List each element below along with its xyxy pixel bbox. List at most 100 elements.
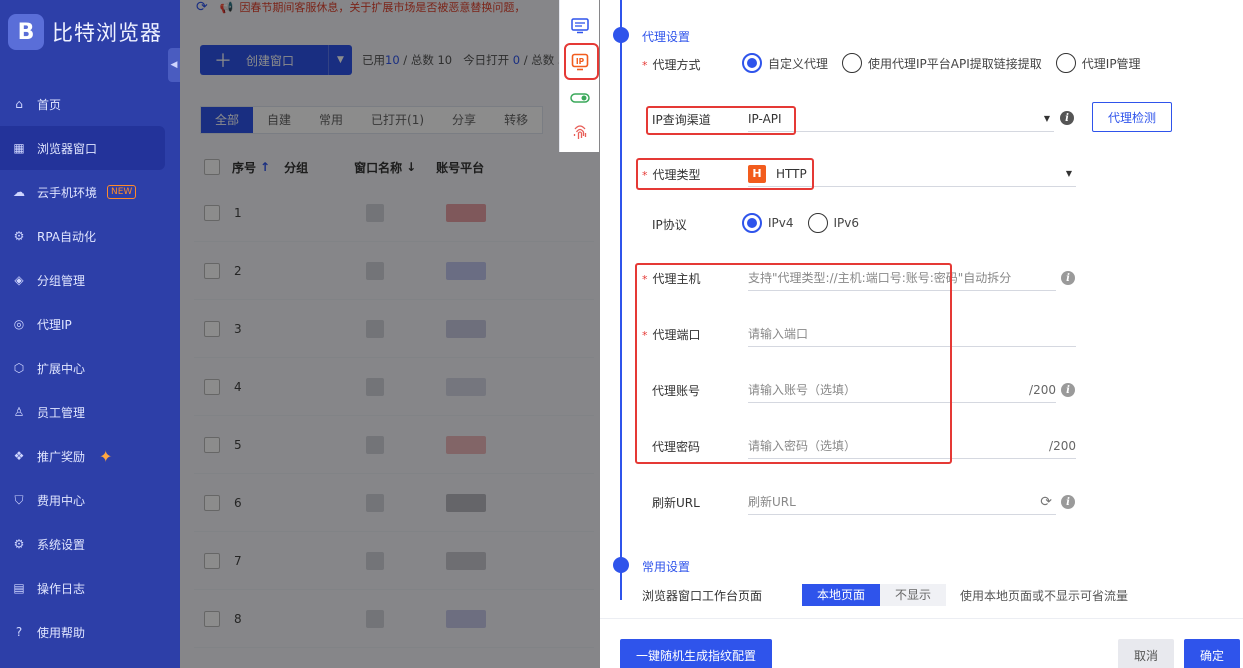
- protocol-ipv6[interactable]: IPv6: [807, 213, 859, 233]
- shield-icon: ⛉: [14, 493, 24, 507]
- common-section-title: 常用设置: [642, 560, 691, 574]
- help-icon: ?: [15, 625, 23, 639]
- users-icon: ♙: [13, 405, 25, 419]
- info-icon[interactable]: i: [1060, 111, 1074, 125]
- sidebar-item-label: 首页: [37, 97, 62, 112]
- proxy-method-custom[interactable]: 自定义代理: [742, 53, 828, 73]
- section-nav-strip: IP: [559, 0, 599, 152]
- grid-icon: ▦: [13, 141, 25, 155]
- sidebar-item-label: 代理IP: [37, 317, 72, 332]
- brand-name: 比特浏览器: [52, 21, 162, 45]
- refresh-url-placeholder: 刷新URL: [748, 495, 796, 509]
- collapse-sidebar-button[interactable]: ◀: [168, 48, 180, 82]
- cloud-phone-icon: ☁: [13, 185, 25, 199]
- svg-text:IP: IP: [576, 57, 585, 66]
- radio-checked-icon[interactable]: [742, 213, 762, 233]
- cancel-button[interactable]: 取消: [1118, 639, 1174, 668]
- cube-icon: ⬡: [13, 361, 25, 375]
- sidebar-item-label: 系统设置: [37, 537, 86, 552]
- sidebar-item-label: 使用帮助: [37, 625, 86, 640]
- sparkle-icon: ✦: [99, 446, 113, 466]
- sidebar-item-5[interactable]: ◎ 代理IP: [0, 302, 180, 346]
- sidebar-item-12[interactable]: ? 使用帮助: [0, 610, 180, 654]
- proxy-section-dot: [613, 27, 629, 43]
- ip-protocol-label: IP协议: [652, 218, 687, 232]
- proxy-ip-icon[interactable]: IP: [570, 52, 590, 72]
- proxy-method-manage[interactable]: 代理IP管理: [1055, 53, 1141, 73]
- fingerprint-icon[interactable]: [570, 122, 590, 142]
- chevron-down-icon: ▼: [1043, 114, 1050, 123]
- proxy-section-title: 代理设置: [642, 30, 691, 44]
- highlight-proxy-type: [636, 158, 814, 190]
- sidebar-item-4[interactable]: ◈ 分组管理: [0, 258, 180, 302]
- panel-footer: 一键随机生成指纹配置 取消 确定: [600, 618, 1243, 668]
- sidebar-item-10[interactable]: ⚙ 系统设置: [0, 522, 180, 566]
- proxy-account-counter: /200: [1029, 382, 1056, 397]
- sidebar-item-label: 云手机环境: [37, 185, 98, 200]
- basic-info-icon[interactable]: [570, 16, 590, 36]
- window-config-panel: 代理设置 * 代理方式 自定义代理 使用代理IP平台API提取链接提取 代理IP管…: [600, 0, 1243, 668]
- sidebar-item-11[interactable]: ▤ 操作日志: [0, 566, 180, 610]
- sidebar-item-label: 费用中心: [37, 493, 86, 508]
- sidebar-item-label: 分组管理: [37, 273, 86, 288]
- section-timeline: [620, 0, 622, 600]
- chevron-down-icon: ▼: [1065, 169, 1072, 178]
- sidebar-item-label: 员工管理: [37, 405, 86, 420]
- sidebar-item-label: 操作日志: [37, 581, 86, 596]
- location-icon: ◎: [13, 317, 25, 331]
- sidebar-item-8[interactable]: ❖ 推广奖励 ✦: [0, 434, 180, 478]
- toggle-icon[interactable]: [570, 88, 590, 108]
- proxy-check-button[interactable]: 代理检测: [1092, 102, 1172, 132]
- common-section-dot: [613, 557, 629, 573]
- workbench-option-local[interactable]: 本地页面: [802, 584, 881, 606]
- logo-icon: B: [8, 14, 44, 50]
- info-icon[interactable]: i: [1061, 383, 1075, 397]
- refresh-url-input[interactable]: 刷新URL ⟳: [748, 489, 1056, 515]
- highlight-proxy-credentials: [635, 263, 952, 464]
- proxy-method-label: * 代理方式: [642, 58, 701, 72]
- sidebar-item-1[interactable]: ▦ 浏览器窗口: [0, 126, 165, 170]
- sidebar-item-7[interactable]: ♙ 员工管理: [0, 390, 180, 434]
- sidebar-item-3[interactable]: ⚙ RPA自动化: [0, 214, 180, 258]
- sidebar-item-label: 扩展中心: [37, 361, 86, 376]
- radio-unchecked-icon[interactable]: [807, 213, 828, 233]
- robot-icon: ⚙: [13, 229, 25, 243]
- workbench-segmented: 本地页面 不显示: [802, 584, 947, 606]
- workbench-hint: 使用本地页面或不显示可省流量: [960, 589, 1129, 603]
- reward-icon: ❖: [13, 449, 25, 463]
- sidebar-item-6[interactable]: ⬡ 扩展中心: [0, 346, 180, 390]
- sidebar-item-label: RPA自动化: [37, 229, 97, 244]
- protocol-ipv4[interactable]: IPv4: [742, 213, 794, 233]
- workbench-label: 浏览器窗口工作台页面: [642, 589, 763, 603]
- proxy-password-counter: /200: [1049, 438, 1076, 453]
- window-list-area: ⟳ 📢 因春节期间客服休息，关于扩展市场是否被恶意替换问题， ＋ 创建窗口 ▼ …: [180, 0, 600, 668]
- home-icon: ⌂: [15, 97, 23, 111]
- refresh-url-label: 刷新URL: [652, 496, 700, 510]
- radio-unchecked-icon[interactable]: [1055, 53, 1076, 73]
- layers-icon: ◈: [14, 273, 24, 287]
- info-icon[interactable]: i: [1061, 495, 1075, 509]
- sidebar-item-label: 推广奖励: [37, 449, 86, 464]
- sidebar-item-9[interactable]: ⛉ 费用中心: [0, 478, 180, 522]
- sidebar-nav: ⌂ 首页 ▦ 浏览器窗口 ☁ 云手机环境 NEW ⚙ RPA自动化 ◈ 分组管理 ◎ 代理IP ⬡ 扩展中心…: [0, 82, 180, 654]
- modal-overlay[interactable]: [180, 0, 600, 668]
- confirm-button[interactable]: 确定: [1184, 639, 1240, 668]
- ip-protocol-radio-group: IPv4 IPv6: [742, 213, 873, 233]
- log-icon: ▤: [13, 581, 25, 595]
- highlight-query-channel: [646, 106, 796, 135]
- brand-logo: B 比特浏览器: [8, 14, 162, 50]
- info-icon[interactable]: i: [1061, 271, 1075, 285]
- radio-unchecked-icon[interactable]: [842, 53, 863, 73]
- sidebar-item-0[interactable]: ⌂ 首页: [0, 82, 180, 126]
- workbench-option-hide[interactable]: 不显示: [880, 584, 947, 606]
- settings-icon: ⚙: [13, 537, 25, 551]
- proxy-method-api[interactable]: 使用代理IP平台API提取链接提取: [842, 53, 1042, 73]
- refresh-icon[interactable]: ⟳: [1040, 494, 1052, 510]
- sidebar-item-label: 浏览器窗口: [37, 141, 98, 156]
- sidebar-item-2[interactable]: ☁ 云手机环境 NEW: [0, 170, 180, 214]
- new-badge: NEW: [107, 185, 137, 199]
- radio-checked-icon[interactable]: [742, 53, 762, 73]
- proxy-method-radio-group: 自定义代理 使用代理IP平台API提取链接提取 代理IP管理: [742, 53, 1155, 73]
- sidebar: B 比特浏览器 ◀ ⌂ 首页 ▦ 浏览器窗口 ☁ 云手机环境 NEW ⚙ RPA自动化 ◈ 分组管理…: [0, 0, 180, 668]
- generate-fingerprint-button[interactable]: 一键随机生成指纹配置: [620, 639, 772, 668]
